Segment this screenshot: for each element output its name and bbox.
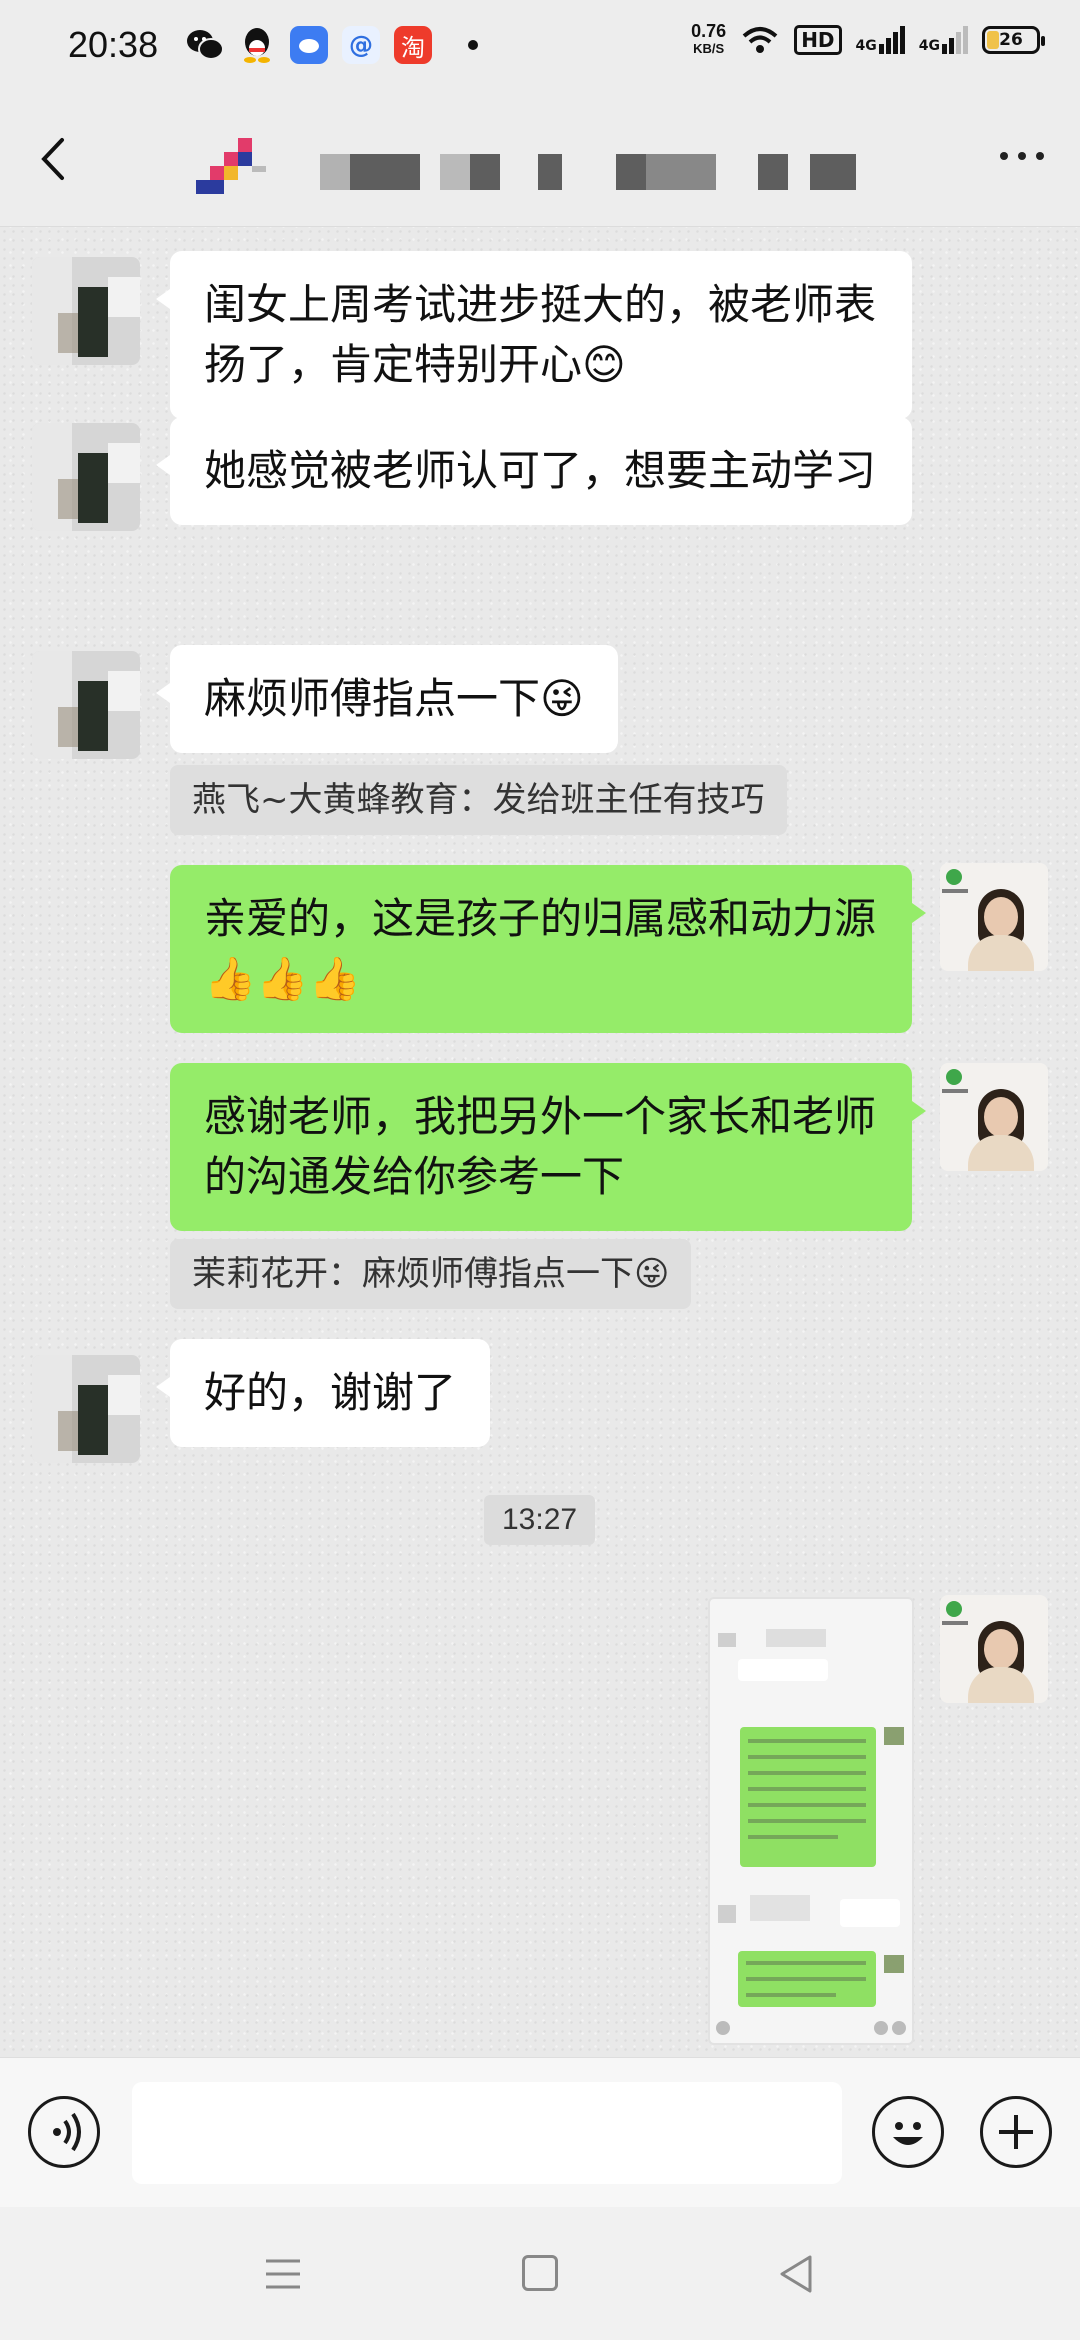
avatar[interactable] [32, 423, 140, 531]
back-icon[interactable] [34, 134, 74, 184]
status-time: 20:38 [68, 24, 159, 65]
status-right: 0.76 KB/S HD 4G 4G 26 [691, 21, 1045, 58]
more-options-icon[interactable] [1000, 152, 1044, 160]
system-nav-bar [0, 2207, 1080, 2340]
group-logo [196, 138, 266, 194]
avatar[interactable] [32, 1355, 140, 1463]
message-bubble-left[interactable]: 好的，谢谢了 [155, 1339, 491, 1447]
avatar-self[interactable] [940, 1063, 1048, 1171]
message-bubble-right[interactable]: 亲爱的，这是孩子的归属感和动力源👍👍👍 [170, 865, 926, 1033]
plus-icon[interactable] [980, 2096, 1052, 2168]
avatar-self[interactable] [940, 1595, 1048, 1703]
back-triangle-icon[interactable] [776, 2253, 816, 2295]
chat-area[interactable]: 闺女上周考试进步挺大的，被老师表扬了，肯定特别开心😊 她感觉被老师认可了，想要主… [0, 227, 1080, 2057]
more-notifications-dot [468, 40, 478, 50]
input-bar [0, 2057, 1080, 2208]
quoted-reply[interactable]: 茉莉花开：麻烦师傅指点一下😜 [170, 1239, 692, 1309]
quoted-reply[interactable]: 燕飞~大黄蜂教育：发给班主任有技巧 [170, 765, 787, 835]
voice-icon[interactable] [28, 2096, 100, 2168]
signal-4g-1: 4G [856, 26, 905, 54]
message-timestamp: 13:27 [484, 1495, 596, 1545]
wechat-icon [186, 26, 224, 64]
taobao-icon: 淘 [394, 26, 432, 64]
wifi-icon [742, 27, 778, 53]
message-bubble-left[interactable]: 闺女上周考试进步挺大的，被老师表扬了，肯定特别开心😊 [156, 251, 912, 419]
home-icon[interactable] [522, 2255, 558, 2291]
hd-badge: HD [794, 25, 842, 55]
battery-fill [987, 31, 1000, 49]
at-icon: @ [342, 26, 380, 64]
screenshot-image[interactable] [708, 1597, 914, 2045]
cloud-icon [290, 26, 328, 64]
message-bubble-right[interactable]: 感谢老师，我把另外一个家长和老师的沟通发给你参考一下 [170, 1063, 926, 1231]
chat-header [0, 96, 1080, 227]
message-input[interactable] [132, 2082, 842, 2184]
message-bubble-left[interactable]: 她感觉被老师认可了，想要主动学习 [156, 417, 912, 525]
message-bubble-left[interactable]: 麻烦师傅指点一下😜 [156, 645, 618, 753]
signal-4g-2: 4G [919, 26, 968, 54]
emoji-icon[interactable] [872, 2096, 944, 2168]
battery-indicator: 26 [982, 26, 1045, 54]
avatar[interactable] [32, 651, 140, 759]
qq-icon [238, 26, 276, 64]
menu-icon[interactable] [264, 2257, 302, 2291]
status-bar: 20:38 @ 淘 0.76 KB/S HD 4G 4G 26 [0, 0, 1080, 96]
notification-icons: @ 淘 [186, 26, 478, 64]
avatar-self[interactable] [940, 863, 1048, 971]
network-speed: 0.76 KB/S [691, 21, 727, 56]
avatar[interactable] [32, 257, 140, 365]
